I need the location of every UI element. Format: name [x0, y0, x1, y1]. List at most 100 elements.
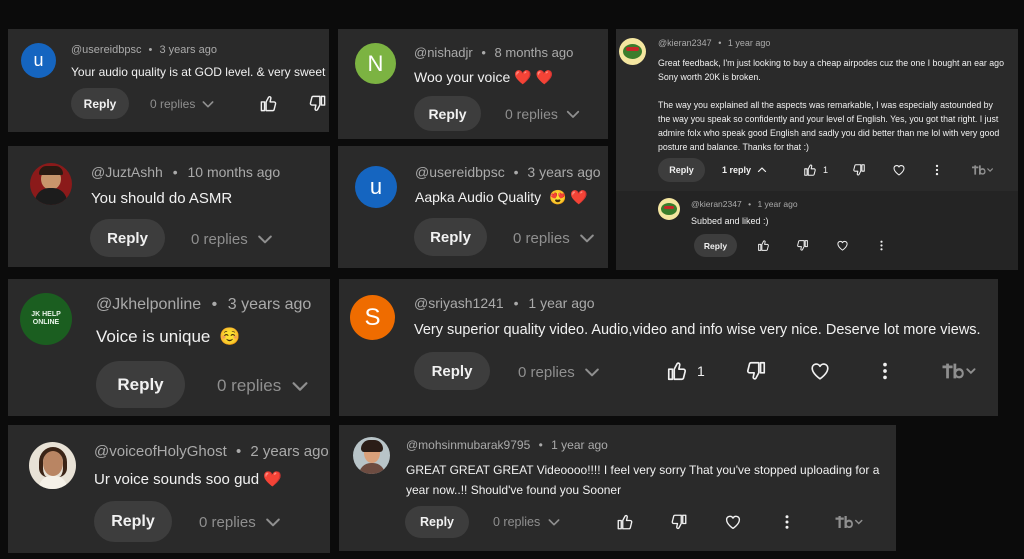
separator: •	[481, 45, 486, 60]
comment-card: @mohsinmubarak9795 • 1 year ago GREAT GR…	[339, 425, 896, 551]
author-handle[interactable]: @mohsinmubarak9795	[406, 438, 530, 452]
comment-text: GREAT GREAT GREAT Videoooo!!!! I feel ve…	[406, 460, 879, 500]
author-handle[interactable]: @kieran2347	[658, 38, 712, 48]
comment-line: GREAT GREAT GREAT Videoooo!!!! I feel ve…	[406, 463, 880, 477]
thumbs-up-icon[interactable]	[757, 239, 770, 252]
heart-icon[interactable]	[809, 360, 831, 382]
replies-count: 0 replies	[199, 513, 256, 531]
replies-toggle[interactable]: 0 replies	[493, 514, 562, 530]
reply-button[interactable]: Reply	[414, 218, 487, 256]
more-vert-icon[interactable]	[778, 513, 796, 531]
translate-icon[interactable]	[938, 360, 980, 382]
reply-button[interactable]: Reply	[96, 361, 185, 408]
reply-button[interactable]: Reply	[414, 96, 481, 131]
avatar[interactable]	[29, 442, 76, 489]
heart-icon[interactable]	[836, 239, 849, 252]
chevron-down-icon	[577, 228, 597, 248]
author-handle[interactable]: @JuztAshh	[91, 164, 163, 180]
reply-button[interactable]: Reply	[694, 234, 737, 257]
replies-toggle[interactable]: 1 reply	[722, 164, 768, 176]
thumbs-down-icon[interactable]	[796, 239, 809, 252]
thumbs-down-icon[interactable]	[852, 163, 866, 177]
comment-text: Great feedback, I'm just looking to buy …	[658, 56, 1004, 154]
comment-line	[658, 84, 1004, 98]
avatar[interactable]	[619, 38, 646, 65]
timestamp[interactable]: 3 years ago	[527, 164, 600, 180]
timestamp[interactable]: 1 year ago	[551, 438, 608, 452]
comment-header: @JuztAshh • 10 months ago	[91, 164, 280, 180]
heart-icon[interactable]	[724, 513, 742, 531]
comment-header: @sriyash1241 • 1 year ago	[414, 295, 595, 311]
more-vert-icon[interactable]	[874, 360, 896, 382]
translate-icon[interactable]	[969, 163, 996, 177]
avatar[interactable]	[658, 198, 680, 220]
comment-card: u @usereidbpsc • 3 years ago Aapka Audio…	[338, 146, 608, 268]
author-handle[interactable]: @usereidbpsc	[71, 44, 141, 56]
separator: •	[172, 164, 178, 180]
separator: •	[211, 296, 218, 313]
timestamp[interactable]: 1 year ago	[528, 295, 594, 311]
timestamp[interactable]: 10 months ago	[188, 164, 281, 180]
author-handle[interactable]: @voiceofHolyGhost	[94, 443, 227, 460]
emoji: ☺️	[219, 327, 241, 346]
comment-card: S @sriyash1241 • 1 year ago Very superio…	[339, 279, 998, 416]
comment-text-row: Ur voice sounds soo gud ❤️	[94, 470, 282, 488]
avatar[interactable]	[30, 163, 72, 205]
comment-line: Sony worth 20K is broken.	[658, 72, 761, 82]
thumbs-up-icon[interactable]	[616, 513, 634, 531]
comment-header: @nishadjr • 8 months ago	[414, 45, 573, 60]
reply-button[interactable]: Reply	[71, 88, 129, 119]
author-handle[interactable]: @sriyash1241	[414, 295, 504, 311]
translate-icon[interactable]	[832, 513, 866, 531]
replies-toggle[interactable]: 0 replies	[513, 228, 597, 248]
timestamp[interactable]: 1 year ago	[728, 38, 771, 48]
heart-icon[interactable]	[892, 163, 906, 177]
chevron-up-icon	[756, 164, 768, 176]
more-vert-icon[interactable]	[930, 163, 944, 177]
timestamp[interactable]: 3 years ago	[228, 296, 312, 313]
author-handle[interactable]: @usereidbpsc	[415, 164, 505, 180]
thumbs-up-icon[interactable]	[666, 360, 688, 382]
chevron-down-icon	[289, 375, 311, 397]
replies-toggle[interactable]: 0 replies	[217, 375, 311, 397]
avatar[interactable]	[353, 437, 390, 474]
comment-header: @kieran2347 • 1 year ago	[658, 38, 770, 48]
timestamp[interactable]: 3 years ago	[159, 44, 216, 56]
replies-toggle[interactable]: 0 replies	[199, 512, 283, 532]
comment-card: N @nishadjr • 8 months ago Woo your voic…	[338, 29, 608, 139]
timestamp[interactable]: 1 year ago	[757, 199, 797, 209]
avatar[interactable]: JK HELP ONLINE	[20, 293, 72, 345]
reply-button[interactable]: Reply	[90, 219, 165, 257]
avatar[interactable]: u	[21, 43, 56, 78]
thumbs-down-icon[interactable]	[308, 94, 327, 113]
avatar[interactable]: S	[350, 295, 395, 340]
author-handle[interactable]: @nishadjr	[414, 45, 473, 60]
reply-button[interactable]: Reply	[94, 501, 172, 542]
replies-count: 1 reply	[722, 165, 752, 175]
comment-card: JK HELP ONLINE @Jkhelponline • 3 years a…	[8, 279, 330, 416]
replies-toggle[interactable]: 0 replies	[518, 362, 602, 382]
thumbs-up-icon[interactable]	[259, 94, 278, 113]
comment-text: Subbed and liked :)	[691, 216, 769, 226]
reply-button[interactable]: Reply	[405, 506, 469, 538]
avatar[interactable]: u	[355, 166, 397, 208]
replies-count: 0 replies	[493, 515, 541, 529]
timestamp[interactable]: 8 months ago	[495, 45, 574, 60]
comment-text: Very superior quality video. Audio,video…	[414, 322, 981, 338]
author-handle[interactable]: @Jkhelponline	[96, 296, 201, 313]
reply-button[interactable]: Reply	[414, 352, 490, 390]
replies-toggle[interactable]: 0 replies	[150, 96, 216, 112]
replies-toggle[interactable]: 0 replies	[505, 105, 582, 123]
comment-header: @Jkhelponline • 3 years ago	[96, 296, 311, 314]
more-vert-icon[interactable]	[875, 239, 888, 252]
timestamp[interactable]: 2 years ago	[250, 443, 328, 460]
thumbs-down-icon[interactable]	[670, 513, 688, 531]
comment-text-row: Aapka Audio Quality 😍 ❤️	[415, 189, 588, 206]
reply-button[interactable]: Reply	[658, 158, 705, 182]
avatar[interactable]: N	[355, 43, 396, 84]
replies-toggle[interactable]: 0 replies	[191, 229, 275, 249]
author-handle[interactable]: @kieran2347	[691, 199, 742, 209]
thumbs-down-icon[interactable]	[745, 360, 767, 382]
comment-header: @mohsinmubarak9795 • 1 year ago	[406, 438, 608, 452]
thumbs-up-icon[interactable]	[803, 163, 817, 177]
